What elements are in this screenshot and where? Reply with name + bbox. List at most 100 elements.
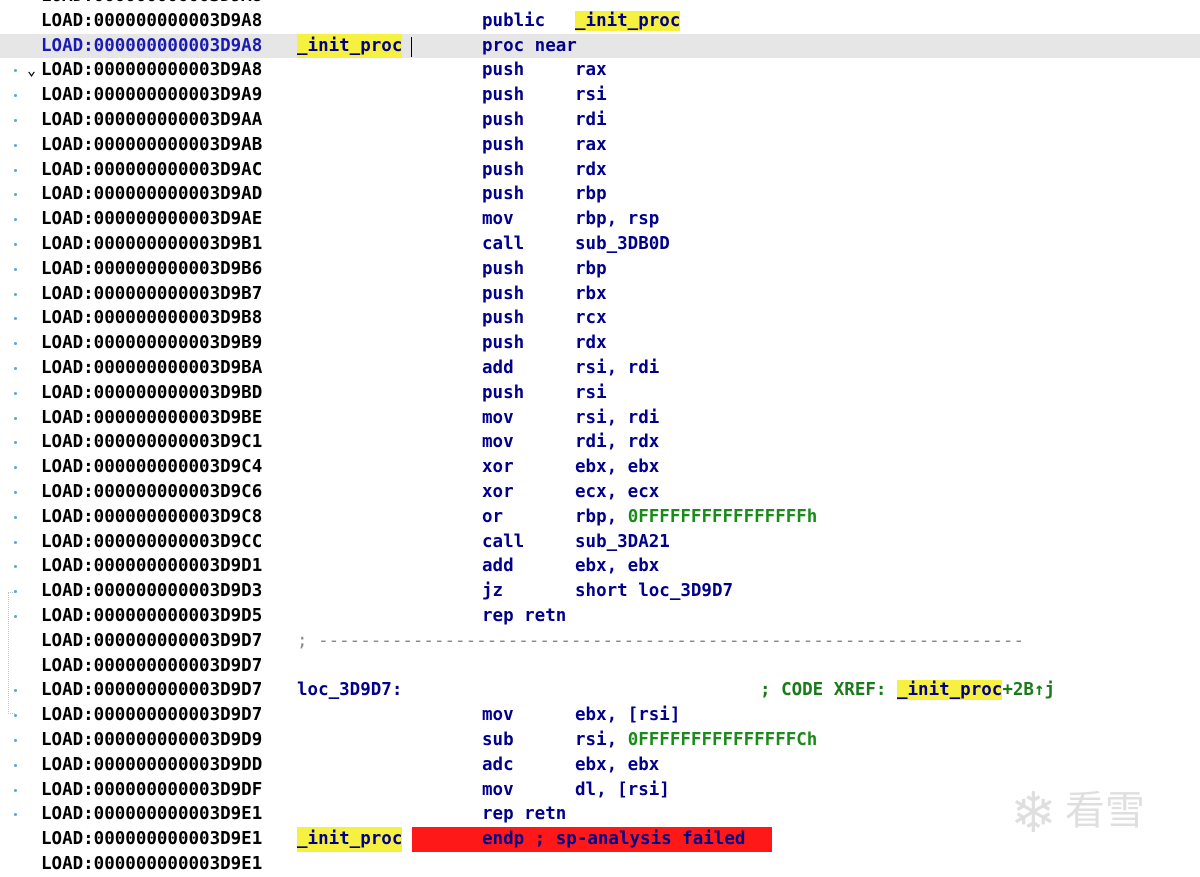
line-label[interactable]: loc_3D9D7: (297, 678, 402, 703)
listing-line[interactable]: LOAD:000000000003D9A8 (0, 0, 1200, 9)
operand-text[interactable]: rdi (575, 110, 607, 130)
listing-line[interactable]: ⌄ LOAD:000000000003D9A8 push rax (0, 58, 1200, 83)
line-address[interactable]: LOAD:000000000003D9D3 (41, 579, 262, 604)
operand-text[interactable]: ebx, ebx (575, 556, 659, 576)
listing-line[interactable]: LOAD:000000000003D9A8 _init_proc proc near (0, 33, 1200, 59)
listing-line[interactable]: LOAD:000000000003D9B9 push rdx (0, 331, 1200, 356)
instruction-mnemonic[interactable]: push (482, 282, 524, 307)
line-address[interactable]: LOAD:000000000003D9D9 (41, 728, 262, 753)
line-address[interactable]: LOAD:000000000003D9D7 (41, 703, 262, 728)
instruction-operands[interactable]: rsi, rdi (575, 356, 659, 381)
instruction-operands[interactable]: rdx (575, 158, 607, 183)
instruction-mnemonic[interactable]: xor (482, 455, 514, 480)
instruction-mnemonic[interactable]: mov (482, 406, 514, 431)
operand-text[interactable]: rsi (575, 85, 607, 105)
line-address[interactable]: LOAD:000000000003D9C8 (41, 505, 262, 530)
operand-text[interactable]: dl, [rsi] (575, 780, 670, 800)
instruction-operands[interactable]: dl, [rsi] (575, 778, 670, 803)
listing-line[interactable]: LOAD:000000000003D9AA push rdi (0, 108, 1200, 133)
line-label[interactable]: _init_proc (297, 33, 403, 59)
instruction-operands[interactable]: rdi (575, 108, 607, 133)
instruction-operands[interactable]: ebx, [rsi] (575, 703, 680, 728)
listing-line[interactable]: LOAD:000000000003D9BD push rsi (0, 381, 1200, 406)
listing-line[interactable]: LOAD:000000000003D9CC call sub_3DA21 (0, 530, 1200, 555)
collapse-chevron-icon[interactable]: ⌄ (27, 58, 36, 83)
operand-text[interactable]: ebx, ebx (575, 755, 659, 775)
instruction-mnemonic[interactable]: call (482, 232, 524, 257)
listing-line[interactable]: LOAD:000000000003D9B6 push rbp (0, 257, 1200, 282)
line-address[interactable]: LOAD:000000000003D9D7 (41, 629, 262, 654)
listing-line[interactable]: LOAD:000000000003D9D7 (0, 654, 1200, 679)
instruction-mnemonic[interactable]: proc near (482, 34, 577, 59)
immediate-value[interactable]: 0FFFFFFFFFFFFFFFCh (628, 730, 818, 750)
instruction-operands[interactable]: rbx (575, 282, 607, 307)
operand-text[interactable]: rdi, rdx (575, 432, 659, 452)
listing-line[interactable]: LOAD:000000000003D9A9 push rsi (0, 83, 1200, 108)
instruction-mnemonic[interactable]: add (482, 554, 514, 579)
instruction-mnemonic[interactable]: rep retn (482, 802, 566, 827)
line-address[interactable]: LOAD:000000000003D9AD (41, 182, 262, 207)
instruction-mnemonic[interactable]: adc (482, 753, 514, 778)
line-address[interactable]: LOAD:000000000003D9CC (41, 530, 262, 555)
line-address[interactable]: LOAD:000000000003D9D5 (41, 604, 262, 629)
instruction-operands[interactable]: rsi, rdi (575, 406, 659, 431)
listing-line[interactable]: LOAD:000000000003D9D7 loc_3D9D7: ; CODE XR… (0, 678, 1200, 703)
instruction-mnemonic[interactable]: mov (482, 207, 514, 232)
operand-text[interactable]: rbp (575, 184, 607, 204)
instruction-operands[interactable]: rsi, 0FFFFFFFFFFFFFFFCh (575, 728, 817, 753)
line-address[interactable]: LOAD:000000000003D9B6 (41, 257, 262, 282)
line-address[interactable]: LOAD:000000000003D9A8 (41, 34, 262, 59)
instruction-mnemonic[interactable]: push (482, 58, 524, 83)
listing-line[interactable]: LOAD:000000000003D9C8 or rbp, 0FFFFFFFFFFF… (0, 505, 1200, 530)
listing-line[interactable]: LOAD:000000000003D9BE mov rsi, rdi (0, 406, 1200, 431)
instruction-mnemonic[interactable]: push (482, 133, 524, 158)
operand-text[interactable]: rsi (575, 383, 607, 403)
operand-text[interactable]: short loc_3D9D7 (575, 581, 733, 601)
operand-text[interactable]: rdx (575, 333, 607, 353)
instruction-operands[interactable]: rbp (575, 257, 607, 282)
listing-line[interactable]: LOAD:000000000003D9AE mov rbp, rsp (0, 207, 1200, 232)
instruction-operands[interactable]: short loc_3D9D7 (575, 579, 733, 604)
instruction-mnemonic[interactable]: public (482, 9, 545, 34)
instruction-operands[interactable]: rbp (575, 182, 607, 207)
instruction-mnemonic[interactable]: jz (482, 579, 503, 604)
line-address[interactable]: LOAD:000000000003D9E1 (41, 827, 262, 852)
line-address[interactable]: LOAD:000000000003D9C6 (41, 480, 262, 505)
listing-line[interactable]: LOAD:000000000003D9A8 public _init_proc (0, 9, 1200, 34)
operand-text[interactable]: sub_3DB0D (575, 234, 670, 254)
operand-text[interactable]: rsi, rdi (575, 358, 659, 378)
line-address[interactable]: LOAD:000000000003D9B1 (41, 232, 262, 257)
line-address[interactable]: LOAD:000000000003D9BA (41, 356, 262, 381)
instruction-mnemonic[interactable]: call (482, 530, 524, 555)
listing-line[interactable]: LOAD:000000000003D9D7 mov ebx, [rsi] (0, 703, 1200, 728)
line-address[interactable]: LOAD:000000000003D9BE (41, 406, 262, 431)
instruction-operands[interactable]: rsi (575, 381, 607, 406)
instruction-mnemonic[interactable]: push (482, 108, 524, 133)
line-address[interactable]: LOAD:000000000003D9D7 (41, 654, 262, 679)
instruction-mnemonic[interactable]: sub (482, 728, 514, 753)
listing-line[interactable]: LOAD:000000000003D9AC push rdx (0, 158, 1200, 183)
instruction-operands[interactable]: rsi (575, 83, 607, 108)
instruction-operands[interactable]: rcx (575, 306, 607, 331)
line-address[interactable]: LOAD:000000000003D9DD (41, 753, 262, 778)
listing-line[interactable]: LOAD:000000000003D9B8 push rcx (0, 306, 1200, 331)
instruction-mnemonic[interactable]: push (482, 83, 524, 108)
listing-line[interactable]: LOAD:000000000003D9DD adc ebx, ebx (0, 753, 1200, 778)
instruction-mnemonic[interactable]: add (482, 356, 514, 381)
listing-line[interactable]: LOAD:000000000003D9D9 sub rsi, 0FFFFFFFFFF… (0, 728, 1200, 753)
line-address[interactable]: LOAD:000000000003D9E1 (41, 852, 262, 877)
line-address[interactable]: LOAD:000000000003D9C1 (41, 430, 262, 455)
operand-text[interactable]: rsi, rdi (575, 408, 659, 428)
line-address[interactable]: LOAD:000000000003D9A9 (41, 83, 262, 108)
operand-text[interactable]: sub_3DA21 (575, 532, 670, 552)
listing-line[interactable]: LOAD:000000000003D9D1 add ebx, ebx (0, 554, 1200, 579)
instruction-mnemonic[interactable]: mov (482, 430, 514, 455)
operand-text[interactable]: rbp (575, 259, 607, 279)
listing-line[interactable]: LOAD:000000000003D9E1 (0, 852, 1200, 877)
listing-line[interactable]: LOAD:000000000003D9C1 mov rdi, rdx (0, 430, 1200, 455)
operand-text[interactable]: rbx (575, 284, 607, 304)
listing-line[interactable]: LOAD:000000000003D9D5 rep retn (0, 604, 1200, 629)
instruction-operands[interactable]: ebx, ebx (575, 753, 659, 778)
operand-text[interactable]: ebx, [rsi] (575, 705, 680, 725)
line-address[interactable]: LOAD:000000000003D9AB (41, 133, 262, 158)
